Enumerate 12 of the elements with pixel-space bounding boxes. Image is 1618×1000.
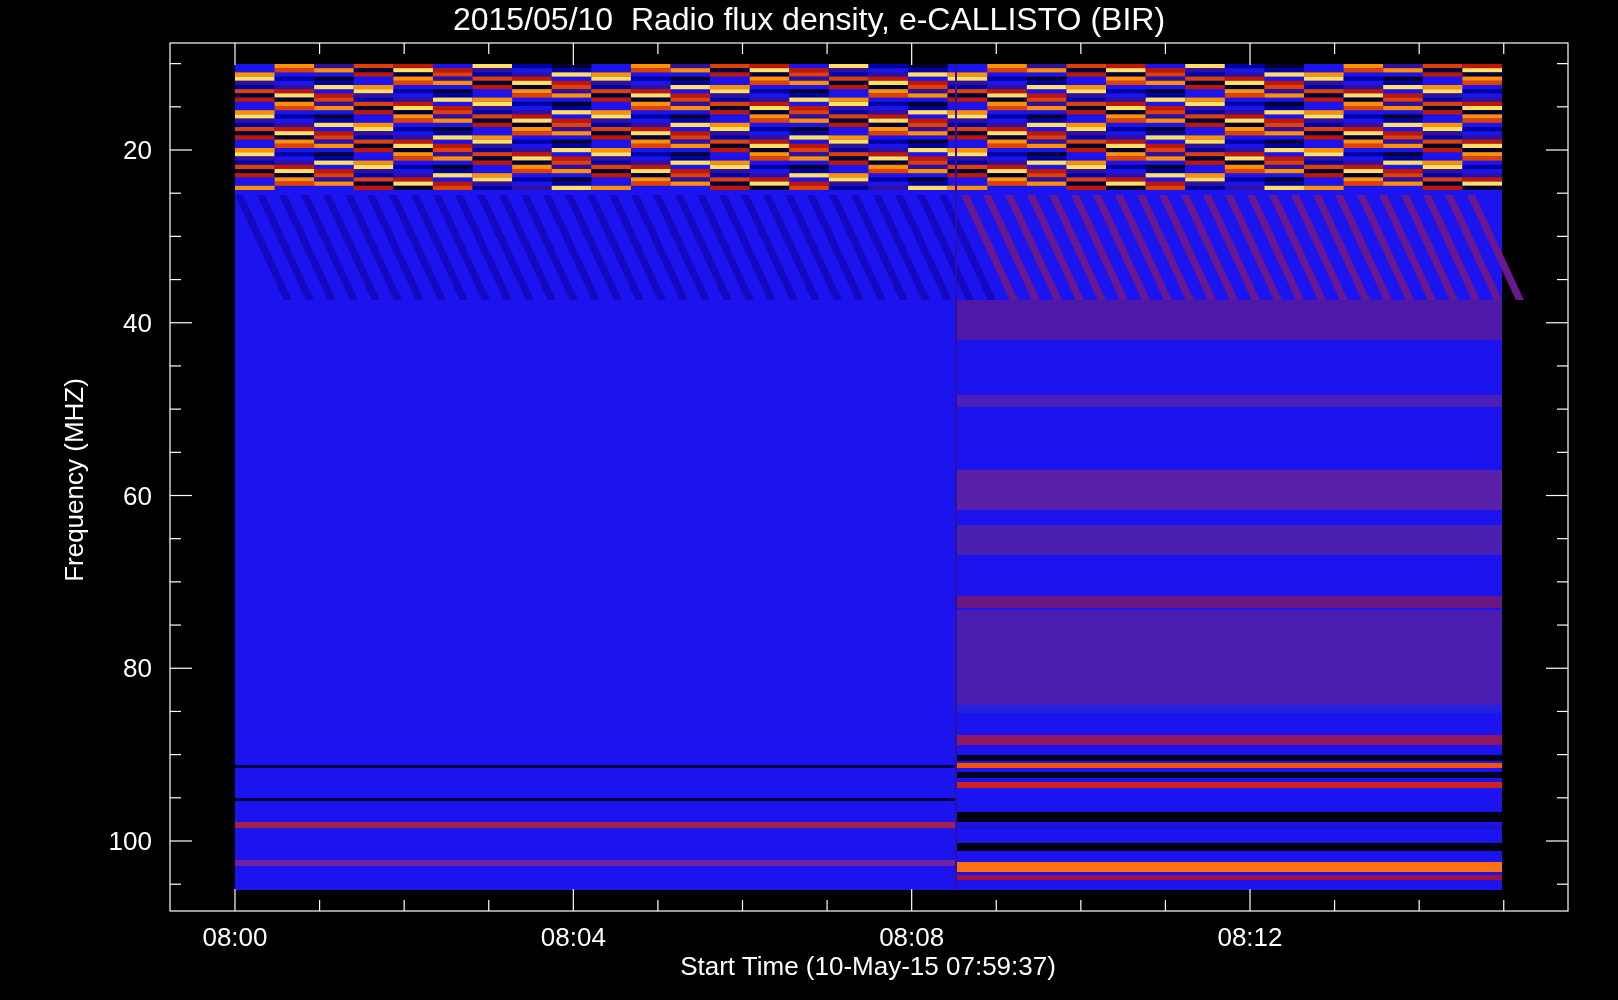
y-tick-label: 100 — [108, 826, 152, 856]
y-axis-label: Frequency (MHZ) — [59, 378, 89, 582]
x-axis-label: Start Time (10-May-15 07:59:37) — [680, 951, 1056, 981]
y-tick-label: 20 — [123, 135, 152, 165]
x-tick-label: 08:00 — [202, 922, 268, 952]
y-tick-label: 60 — [123, 480, 152, 511]
chart-title: 2015/05/10 Radio flux density, e-CALLISTO (BIR) — [452, 1, 1166, 37]
y-tick-label: 80 — [123, 653, 152, 684]
x-tick-label: 08:04 — [540, 922, 606, 952]
y-tick-label: 40 — [123, 307, 152, 338]
x-tick-label: 08:08 — [879, 922, 945, 952]
x-tick-label: 08:12 — [1217, 922, 1283, 952]
